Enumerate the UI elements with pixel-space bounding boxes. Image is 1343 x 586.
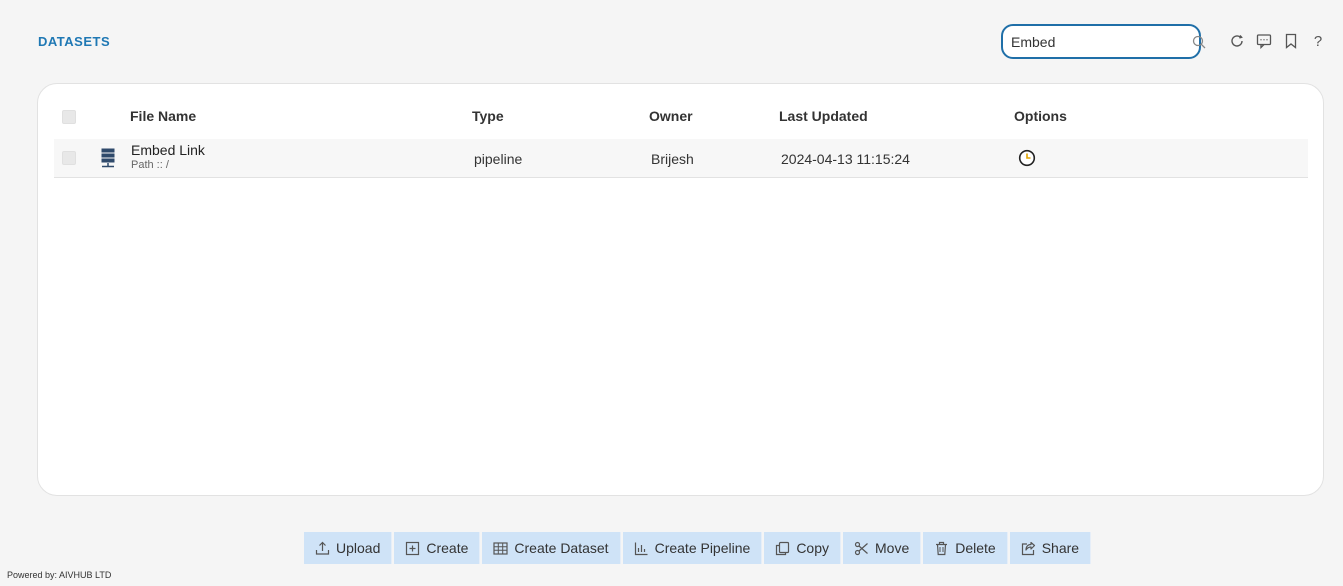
- action-toolbar: Upload Create Create Dataset Create Pipe…: [304, 532, 1092, 564]
- move-label: Move: [875, 540, 910, 556]
- create-button[interactable]: Create: [394, 532, 481, 564]
- upload-label: Upload: [336, 540, 381, 556]
- file-path: Path :: /: [131, 159, 169, 171]
- row-checkbox[interactable]: [62, 151, 76, 165]
- help-icon[interactable]: ?: [1309, 32, 1327, 50]
- upload-icon: [315, 541, 330, 555]
- table-icon: [493, 541, 509, 555]
- pipeline-icon: [101, 148, 115, 171]
- footer-credit: Powered by: AIVHUB LTD: [7, 570, 112, 580]
- column-file-name[interactable]: File Name: [130, 108, 196, 124]
- datasets-card: File Name Type Owner Last Updated Option…: [37, 83, 1324, 496]
- delete-button[interactable]: Delete: [923, 532, 1008, 564]
- scissors-icon: [854, 541, 868, 555]
- share-button[interactable]: Share: [1009, 532, 1092, 564]
- comment-icon[interactable]: [1255, 32, 1273, 50]
- move-button[interactable]: Move: [843, 532, 922, 564]
- create-label: Create: [426, 540, 469, 556]
- file-owner: Brijesh: [651, 151, 694, 167]
- header-actions: ?: [1228, 32, 1327, 50]
- page-title: DATASETS: [38, 34, 111, 49]
- file-last-updated: 2024-04-13 11:15:24: [781, 151, 910, 167]
- file-name[interactable]: Embed Link: [131, 143, 205, 158]
- create-dataset-button[interactable]: Create Dataset: [482, 532, 621, 564]
- search-input[interactable]: [1011, 33, 1192, 50]
- column-type[interactable]: Type: [472, 108, 504, 124]
- search-box[interactable]: [1001, 24, 1206, 59]
- copy-button[interactable]: Copy: [764, 532, 841, 564]
- column-options: Options: [1014, 108, 1067, 124]
- table-header: File Name Type Owner Last Updated Option…: [54, 104, 1308, 130]
- search-icon[interactable]: [1192, 34, 1206, 50]
- create-pipeline-button[interactable]: Create Pipeline: [622, 532, 763, 564]
- select-all-checkbox[interactable]: [62, 110, 76, 124]
- create-pipeline-label: Create Pipeline: [654, 540, 751, 556]
- bookmark-icon[interactable]: [1282, 32, 1300, 50]
- add-box-icon: [406, 541, 420, 555]
- schedule-icon[interactable]: [1018, 149, 1036, 170]
- refresh-icon[interactable]: [1228, 32, 1246, 50]
- file-cell[interactable]: Embed Link Path :: /: [131, 143, 205, 173]
- share-icon: [1021, 541, 1035, 555]
- create-dataset-label: Create Dataset: [514, 540, 609, 556]
- delete-label: Delete: [955, 540, 996, 556]
- file-type: pipeline: [474, 151, 523, 167]
- bar-chart-icon: [634, 542, 648, 555]
- column-last-updated[interactable]: Last Updated: [779, 108, 868, 124]
- column-owner[interactable]: Owner: [649, 108, 693, 124]
- table-row[interactable]: Embed Link Path :: / pipeline Brijesh 20…: [54, 139, 1308, 178]
- trash-icon: [936, 541, 948, 555]
- copy-label: Copy: [796, 540, 829, 556]
- upload-button[interactable]: Upload: [304, 532, 393, 564]
- copy-icon: [776, 541, 790, 555]
- share-label: Share: [1041, 540, 1080, 556]
